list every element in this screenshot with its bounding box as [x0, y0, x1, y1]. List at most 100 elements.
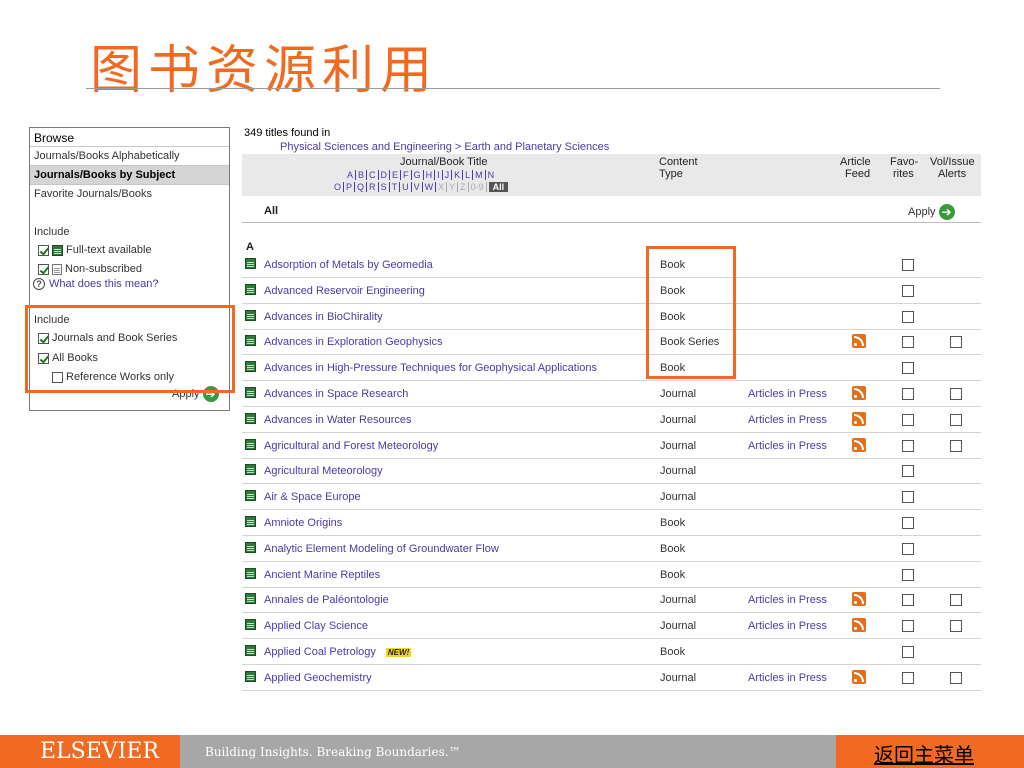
nav-alphabetically[interactable]: Journals/Books Alphabetically [30, 146, 229, 165]
table-row: Advances in Water Resources Journal Articl… [242, 407, 981, 433]
title-link[interactable]: Agricultural Meteorology [264, 465, 383, 477]
alpha-link[interactable]: J [443, 170, 453, 180]
alpha-link[interactable]: H [424, 170, 436, 180]
favorite-checkbox[interactable] [902, 336, 914, 349]
alpha-link[interactable]: G [412, 170, 424, 180]
alpha-link[interactable]: F [401, 170, 412, 180]
favorite-checkbox[interactable] [902, 284, 914, 297]
title-text: Advances in Space Research [264, 388, 409, 400]
vol-issue-alert-checkbox[interactable] [950, 388, 962, 400]
articles-in-press-link[interactable]: Articles in Press [748, 672, 827, 684]
alpha-link[interactable]: B [356, 170, 368, 180]
col-content-header: Content [659, 156, 698, 168]
favorites-apply-button[interactable]: Apply ➔ [908, 204, 955, 220]
favorite-checkbox[interactable] [902, 439, 914, 452]
nav-by-subject[interactable]: Journals/Books by Subject [30, 165, 229, 184]
alpha-link[interactable]: S [379, 182, 390, 192]
nav-favorites[interactable]: Favorite Journals/Books [30, 184, 229, 203]
favorite-checkbox[interactable] [902, 542, 914, 555]
favorite-checkbox[interactable] [902, 310, 914, 323]
title-link[interactable]: Adsorption of Metals by Geomedia [264, 259, 433, 271]
alpha-link[interactable]: D [379, 170, 391, 180]
favorite-checkbox[interactable] [902, 388, 914, 400]
title-link[interactable]: Advanced Reservoir Engineering [264, 285, 425, 297]
favorite-checkbox[interactable] [902, 362, 914, 375]
articles-in-press-link[interactable]: Articles in Press [748, 594, 827, 606]
vol-issue-alert-checkbox[interactable] [950, 439, 962, 452]
rss-feed-icon[interactable] [852, 618, 866, 633]
title-link[interactable]: Applied Geochemistry [264, 672, 372, 684]
favorite-checkbox[interactable] [902, 517, 914, 529]
favorite-checkbox[interactable] [902, 465, 914, 478]
alpha-link[interactable]: A [345, 170, 357, 180]
title-link[interactable]: Amniote Origins [264, 517, 342, 529]
alpha-link[interactable]: P [344, 182, 356, 192]
title-link[interactable]: Analytic Element Modeling of Groundwater… [264, 543, 499, 555]
rss-feed-icon[interactable] [852, 592, 866, 607]
alpha-link[interactable]: Q [355, 182, 368, 192]
back-to-main-menu-link[interactable]: 返回主菜单 [874, 739, 974, 768]
articles-in-press-link[interactable]: Articles in Press [748, 414, 827, 426]
fulltext-document-icon [245, 438, 256, 450]
title-link[interactable]: Agricultural and Forest Meteorology [264, 440, 438, 452]
alpha-link[interactable]: K [452, 170, 464, 180]
vol-issue-alert-checkbox[interactable] [950, 336, 962, 349]
help-link[interactable]: What does this mean? [49, 278, 158, 290]
title-link[interactable]: Applied Clay Science [264, 620, 368, 632]
articles-in-press-link[interactable]: Articles in Press [748, 388, 827, 400]
fulltext-label: Full-text available [66, 244, 152, 256]
alpha-link[interactable]: U [400, 182, 412, 192]
title-link[interactable]: Advances in Space Research [264, 388, 408, 400]
favorite-checkbox[interactable] [902, 259, 914, 271]
content-type: Journal [660, 620, 697, 633]
col-article-header: Article [840, 156, 871, 168]
title-link[interactable]: Ancient Marine Reptiles [264, 569, 380, 581]
title-link[interactable]: Advances in Exploration Geophysics [264, 336, 443, 348]
breadcrumb[interactable]: Physical Sciences and Engineering > Eart… [280, 141, 609, 153]
favorite-checkbox[interactable] [902, 646, 914, 658]
rss-feed-icon[interactable] [852, 386, 866, 400]
favorite-checkbox[interactable] [902, 413, 914, 426]
title-text: Adsorption of Metals by Geomedia [264, 259, 433, 271]
vol-issue-alert-checkbox[interactable] [950, 594, 962, 607]
title-link[interactable]: Air & Space Europe [264, 491, 361, 503]
alpha-link[interactable]: C [367, 170, 379, 180]
favorite-checkbox[interactable] [902, 620, 914, 633]
articles-in-press-link[interactable]: Articles in Press [748, 440, 827, 452]
title-link[interactable]: Advances in High-Pressure Techniques for… [264, 362, 597, 374]
content-type: Journal [660, 413, 697, 426]
favorite-checkbox[interactable] [902, 671, 914, 684]
alpha-link[interactable]: W [423, 182, 437, 192]
rss-feed-icon[interactable] [852, 411, 866, 426]
vol-issue-alert-checkbox[interactable] [950, 671, 962, 684]
nonsub-checkbox[interactable] [38, 263, 49, 275]
title-link[interactable]: Advances in Water Resources [264, 414, 412, 426]
alpha-all-link[interactable]: All [488, 182, 509, 192]
alpha-link[interactable]: M [473, 170, 486, 180]
vol-issue-alert-checkbox[interactable] [950, 620, 962, 633]
alpha-link[interactable]: N [486, 170, 497, 180]
alpha-link[interactable]: V [412, 182, 423, 192]
rss-feed-icon[interactable] [852, 334, 866, 349]
content-type: Journal [660, 388, 697, 400]
alpha-link[interactable]: T [390, 182, 401, 192]
fulltext-checkbox[interactable] [38, 244, 49, 256]
title-link[interactable]: Advances in BioChirality [264, 311, 383, 323]
vol-issue-alert-checkbox[interactable] [950, 413, 962, 426]
favorite-checkbox[interactable] [902, 491, 914, 504]
fulltext-document-icon [245, 567, 256, 579]
table-row: Amniote Origins Book [242, 510, 981, 536]
alpha-link[interactable]: I [435, 170, 443, 180]
alpha-link[interactable]: R [367, 182, 379, 192]
rss-feed-icon[interactable] [852, 669, 866, 684]
favorite-checkbox[interactable] [902, 594, 914, 607]
alpha-link[interactable]: L [463, 170, 474, 180]
title-link[interactable]: Applied Coal Petrology NEW! [264, 646, 412, 658]
alpha-link[interactable]: O [332, 182, 345, 192]
alpha-link[interactable]: E [390, 170, 402, 180]
favorite-checkbox[interactable] [902, 568, 914, 581]
title-text: Ancient Marine Reptiles [264, 568, 381, 581]
title-link[interactable]: Annales de Paléontologie [264, 594, 389, 606]
rss-feed-icon[interactable] [852, 437, 866, 452]
articles-in-press-link[interactable]: Articles in Press [748, 620, 827, 632]
